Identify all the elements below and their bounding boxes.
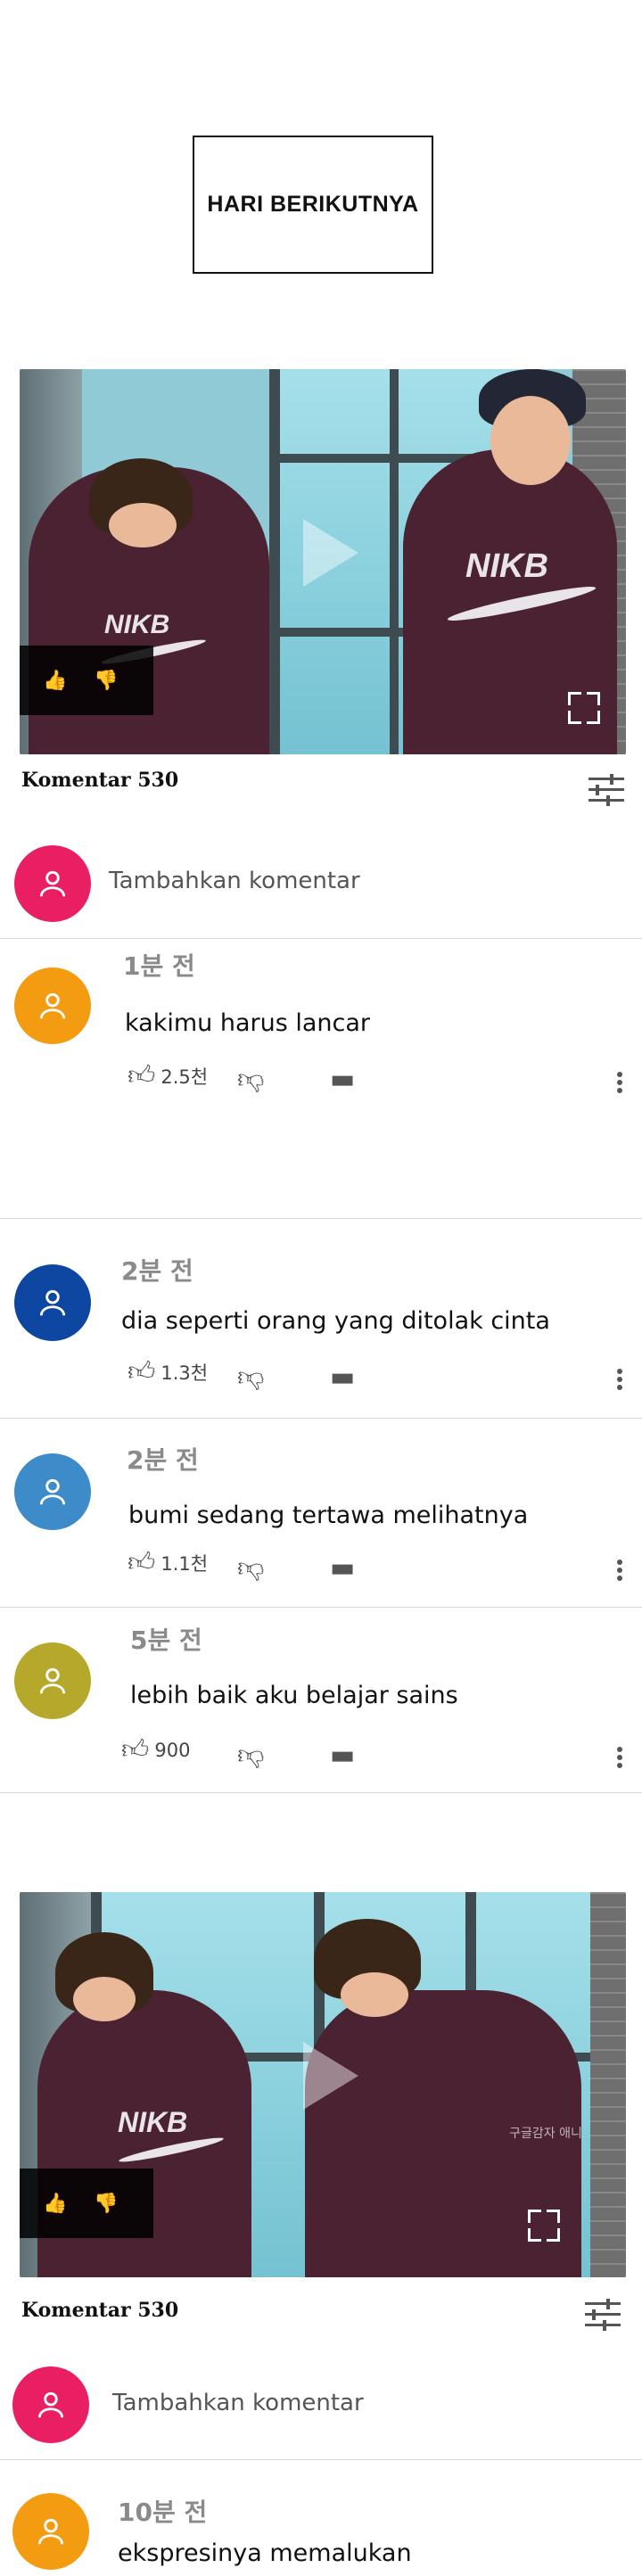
thumb-up-icon[interactable]: 👍 (43, 2193, 67, 2215)
caption-box: HARI BERIKUTNYA (193, 136, 433, 274)
user-icon (39, 1667, 66, 1694)
thumb-down-icon[interactable]: 👎 (94, 670, 118, 692)
thumb-up-icon[interactable]: 👍 (43, 670, 67, 692)
more-vert-icon[interactable] (617, 1366, 622, 1393)
play-icon[interactable] (303, 519, 358, 587)
thumb-down-icon[interactable]: 👎 (94, 2193, 118, 2215)
user-icon (37, 2391, 64, 2418)
like-count: 900 (154, 1740, 191, 1761)
comment-time: 10분 전 (118, 2498, 208, 2527)
comment-text: bumi sedang tertawa melihatnya (128, 1502, 529, 1529)
video-player[interactable]: NIKB 구글감자 애니 👍 👎 (20, 1892, 626, 2277)
tune-icon[interactable] (585, 2299, 621, 2331)
user-icon (39, 1289, 66, 1316)
reaction-overlay[interactable]: 👍 👎 (20, 646, 153, 715)
comment-count: Komentar 530 (21, 2299, 179, 2322)
tune-icon[interactable] (588, 774, 624, 806)
add-comment-input[interactable]: Tambahkan komentar (112, 2390, 364, 2416)
comment-time: 1분 전 (123, 951, 195, 981)
like-button[interactable]: 👍︎ 900 (121, 1737, 190, 1764)
user-icon (39, 992, 66, 1019)
comment-icon[interactable]: ▬ (330, 1742, 355, 1769)
watermark: 구글감자 애니 (509, 2127, 582, 2141)
like-button[interactable]: 👍︎ 1.3천 (128, 1359, 208, 1386)
commenter-avatar (14, 1642, 91, 1719)
comment-time: 5분 전 (130, 1625, 202, 1655)
commenter-avatar (14, 967, 91, 1044)
more-vert-icon[interactable] (617, 1069, 622, 1096)
comment-count: Komentar 530 (21, 769, 179, 792)
comment-text: dia seperti orang yang ditolak cinta (121, 1307, 550, 1335)
user-icon (37, 2518, 64, 2545)
more-vert-icon[interactable] (617, 1744, 622, 1771)
thumb-up-icon: 👍︎ (128, 1547, 156, 1578)
comment-text: kakimu harus lancar (125, 1009, 371, 1037)
more-vert-icon[interactable] (617, 1557, 622, 1584)
comment-text: ekspresinya memalukan (118, 2539, 412, 2567)
commenter-avatar (12, 2493, 89, 2570)
fullscreen-icon[interactable] (568, 692, 600, 724)
user-icon (39, 1478, 66, 1505)
add-comment-input[interactable]: Tambahkan komentar (109, 868, 360, 894)
like-count: 2.5천 (160, 1066, 209, 1088)
like-button[interactable]: 👍︎ 1.1천 (128, 1550, 208, 1576)
comment-icon[interactable]: ▬ (330, 1555, 355, 1582)
comment-icon[interactable]: ▬ (330, 1066, 355, 1093)
reaction-overlay[interactable]: 👍 👎 (20, 2169, 153, 2238)
like-button[interactable]: 👍︎ 2.5천 (128, 1063, 208, 1090)
thumb-up-icon: 👍︎ (128, 1356, 156, 1387)
user-icon (39, 870, 66, 897)
comment-time: 2분 전 (127, 1445, 199, 1475)
commenter-avatar (14, 1453, 91, 1530)
play-icon[interactable] (303, 2042, 358, 2110)
fullscreen-icon[interactable] (528, 2210, 560, 2242)
caption-text: HARI BERIKUTNYA (207, 192, 419, 217)
like-count: 1.1천 (160, 1553, 209, 1575)
comment-time: 2분 전 (121, 1256, 193, 1286)
thumb-down-icon[interactable]: 👎︎ (237, 1555, 264, 1582)
user-avatar (14, 845, 91, 922)
user-avatar (12, 2366, 89, 2443)
thumb-up-icon: 👍︎ (128, 1060, 156, 1091)
thumb-down-icon[interactable]: 👎︎ (237, 1066, 264, 1093)
like-count: 1.3천 (160, 1362, 209, 1384)
thumb-up-icon: 👍︎ (121, 1734, 150, 1765)
video-player[interactable]: NIKB NIKB 👍 👎 (20, 369, 626, 754)
comment-text: lebih baik aku belajar sains (130, 1682, 458, 1709)
comment-icon[interactable]: ▬ (330, 1364, 355, 1391)
commenter-avatar (14, 1264, 91, 1341)
thumb-down-icon[interactable]: 👎︎ (237, 1364, 264, 1391)
thumb-down-icon[interactable]: 👎︎ (237, 1742, 264, 1769)
